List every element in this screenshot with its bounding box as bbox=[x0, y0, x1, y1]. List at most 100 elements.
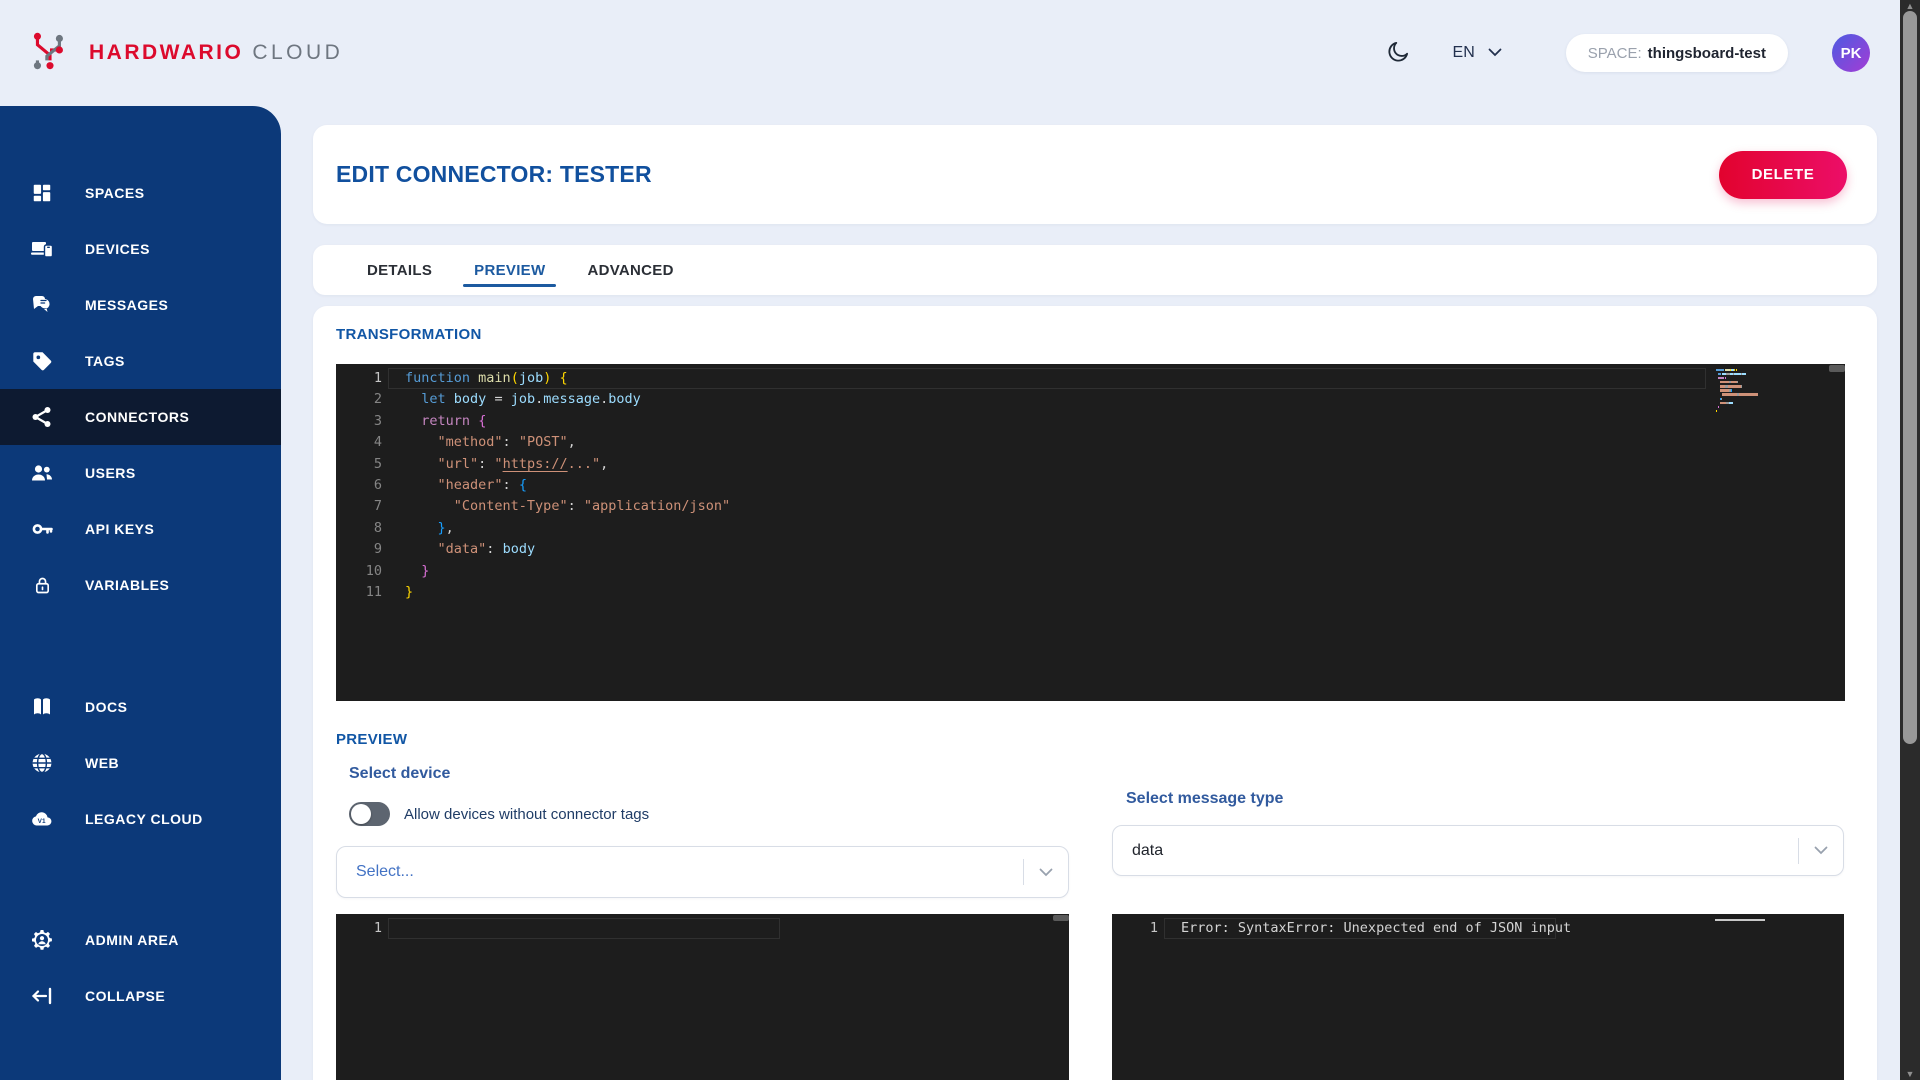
sidebar-item-connectors[interactable]: CONNECTORS bbox=[0, 389, 281, 445]
preview-heading: PREVIEW bbox=[336, 731, 1845, 748]
tab-bar: DETAILS PREVIEW ADVANCED bbox=[313, 245, 1877, 295]
allow-devices-toggle[interactable] bbox=[349, 802, 390, 826]
line-number: 7 bbox=[336, 496, 382, 517]
line-content: function main(job) { bbox=[405, 368, 568, 389]
device-column: Select device Allow devices without conn… bbox=[336, 752, 1069, 1080]
page-scrollbar-thumb[interactable] bbox=[1903, 11, 1917, 744]
sidebar-item-users[interactable]: USERS bbox=[0, 445, 281, 501]
sidebar-item-label: DEVICES bbox=[85, 241, 150, 257]
preview-output-editor[interactable]: 1Error: SyntaxError: Unexpected end of J… bbox=[1112, 914, 1844, 1080]
line-content: let body = job.message.body bbox=[405, 389, 641, 410]
message-input-editor[interactable]: 1 bbox=[336, 914, 1069, 1080]
app-root: HARDWARIO CLOUD EN SPACE: thingsboard-tes… bbox=[0, 0, 1920, 1080]
sidebar-spacer bbox=[0, 847, 281, 912]
sidebar-item-spaces[interactable]: SPACES bbox=[0, 165, 281, 221]
code-lines: 1 bbox=[336, 914, 1069, 939]
line-content: "data": body bbox=[405, 539, 535, 560]
line-number: 10 bbox=[336, 561, 382, 582]
line-content: }, bbox=[405, 518, 454, 539]
message-type-select[interactable]: data bbox=[1112, 825, 1844, 876]
page-header-card: EDIT CONNECTOR: TESTER DELETE bbox=[313, 125, 1877, 224]
sidebar-item-legacy-cloud[interactable]: V1 LEGACY CLOUD bbox=[0, 791, 281, 847]
device-select[interactable]: Select... bbox=[336, 846, 1069, 898]
connector-preview-card: TRANSFORMATION 1function main(job) {2 le… bbox=[313, 306, 1877, 1080]
sidebar-item-docs[interactable]: DOCS bbox=[0, 679, 281, 735]
user-avatar[interactable]: PK bbox=[1832, 34, 1870, 72]
share-icon bbox=[30, 405, 54, 429]
line-content: "header": { bbox=[405, 475, 527, 496]
code-line: 7 "Content-Type": "application/json" bbox=[336, 496, 1845, 517]
book-icon bbox=[30, 695, 54, 719]
sidebar-item-devices[interactable]: DEVICES bbox=[0, 221, 281, 277]
brand-logo[interactable]: HARDWARIO CLOUD bbox=[27, 28, 343, 79]
preview-columns: Select device Allow devices without conn… bbox=[336, 752, 1845, 1080]
tab-details[interactable]: DETAILS bbox=[355, 245, 444, 295]
sidebar-item-web[interactable]: WEB bbox=[0, 735, 281, 791]
line-number: 2 bbox=[336, 389, 382, 410]
sidebar-item-label: TAGS bbox=[85, 353, 125, 369]
theme-toggle-button[interactable] bbox=[1383, 38, 1413, 68]
toggle-knob bbox=[351, 804, 371, 824]
brand-name: HARDWARIO bbox=[89, 41, 243, 64]
sidebar-item-label: VARIABLES bbox=[85, 577, 169, 593]
minimap-slider[interactable] bbox=[1829, 365, 1845, 372]
sidebar-item-tags[interactable]: TAGS bbox=[0, 333, 281, 389]
line-content: "url": "https://...", bbox=[405, 454, 608, 475]
line-number: 3 bbox=[336, 411, 382, 432]
brand-suffix: CLOUD bbox=[252, 41, 343, 64]
users-icon bbox=[30, 461, 54, 485]
message-type-value: data bbox=[1132, 842, 1798, 860]
language-code: EN bbox=[1453, 44, 1475, 62]
editor-scrollbar-thumb[interactable] bbox=[1053, 915, 1069, 921]
line-number: 6 bbox=[336, 475, 382, 496]
line-content: } bbox=[405, 561, 429, 582]
sidebar-item-admin-area[interactable]: ADMIN AREA bbox=[0, 912, 281, 968]
editor-minimap[interactable] bbox=[1709, 914, 1844, 1080]
code-line: 8 }, bbox=[336, 518, 1845, 539]
code-line: 11} bbox=[336, 582, 1845, 603]
page-scrollbar: ▲ ▼ bbox=[1900, 0, 1920, 1080]
line-number: 9 bbox=[336, 539, 382, 560]
code-line: 6 "header": { bbox=[336, 475, 1845, 496]
transformation-heading: TRANSFORMATION bbox=[336, 326, 1845, 343]
lock-icon bbox=[30, 573, 54, 597]
delete-button[interactable]: DELETE bbox=[1719, 151, 1847, 199]
line-content: "method": "POST", bbox=[405, 432, 576, 453]
line-number: 1 bbox=[336, 918, 382, 939]
code-line: 9 "data": body bbox=[336, 539, 1845, 560]
line-number: 4 bbox=[336, 432, 382, 453]
editor-minimap[interactable] bbox=[1710, 364, 1845, 701]
language-selector[interactable]: EN bbox=[1453, 44, 1502, 62]
code-line: 2 let body = job.message.body bbox=[336, 389, 1845, 410]
tab-preview[interactable]: PREVIEW bbox=[462, 245, 557, 295]
code-line: 5 "url": "https://...", bbox=[336, 454, 1845, 475]
line-content: Error: SyntaxError: Unexpected end of JS… bbox=[1181, 918, 1571, 939]
space-selector[interactable]: SPACE: thingsboard-test bbox=[1566, 34, 1788, 72]
sidebar-item-label: SPACES bbox=[85, 185, 145, 201]
page-title: EDIT CONNECTOR: TESTER bbox=[336, 161, 652, 188]
grid-icon bbox=[30, 181, 54, 205]
top-bar: HARDWARIO CLOUD EN SPACE: thingsboard-tes… bbox=[0, 0, 1900, 106]
gear-user-icon bbox=[30, 928, 54, 952]
svg-text:V1: V1 bbox=[38, 818, 46, 825]
sidebar-item-api-keys[interactable]: API KEYS bbox=[0, 501, 281, 557]
sidebar-item-label: COLLAPSE bbox=[85, 988, 165, 1004]
sidebar-item-collapse[interactable]: COLLAPSE bbox=[0, 968, 281, 1024]
transformation-code-editor[interactable]: 1function main(job) {2 let body = job.me… bbox=[336, 364, 1845, 701]
sidebar-item-label: LEGACY CLOUD bbox=[85, 811, 203, 827]
scrollbar-down-arrow-icon[interactable]: ▼ bbox=[1900, 1068, 1920, 1080]
device-select-placeholder: Select... bbox=[356, 863, 1023, 881]
line-number: 8 bbox=[336, 518, 382, 539]
space-label: SPACE: bbox=[1588, 45, 1642, 62]
moon-icon bbox=[1385, 39, 1411, 68]
sidebar-spacer bbox=[0, 613, 281, 679]
tab-advanced[interactable]: ADVANCED bbox=[575, 245, 685, 295]
devices-icon bbox=[30, 237, 54, 261]
code-line: 10 } bbox=[336, 561, 1845, 582]
sidebar-item-variables[interactable]: VARIABLES bbox=[0, 557, 281, 613]
sidebar-item-messages[interactable]: MESSAGES bbox=[0, 277, 281, 333]
line-content: "Content-Type": "application/json" bbox=[405, 496, 730, 517]
select-message-type-label: Select message type bbox=[1126, 790, 1844, 808]
tag-icon bbox=[30, 349, 54, 373]
current-line-highlight bbox=[388, 918, 780, 939]
